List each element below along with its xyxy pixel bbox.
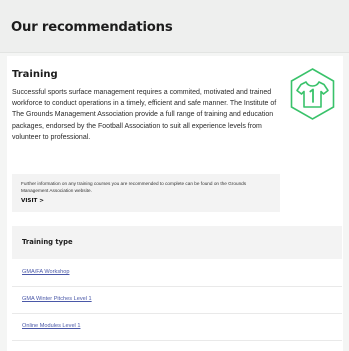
training-link-online-modules[interactable]: Online Modules Level 1 (22, 323, 80, 329)
training-type-header: Training type (12, 226, 342, 259)
training-title: Training (12, 69, 58, 80)
info-text: Further information on any training cour… (21, 181, 247, 193)
training-description: Successful sports surface management req… (12, 89, 277, 141)
training-card: Training Successful sports surface manag… (7, 56, 343, 351)
table-row: Online Modules Level 1 (12, 314, 342, 341)
info-box: Further information on any training cour… (12, 174, 280, 212)
shirt-number-1-icon (290, 68, 335, 120)
table-row: GMA Winter Pitches Level 1 (12, 287, 342, 314)
training-link-gma-fa-workshop[interactable]: GMA/FA Workshop (22, 269, 69, 275)
table-row: GMA/FA Workshop (12, 260, 342, 287)
page-title: Our recommendations (11, 20, 173, 35)
training-type-label: Training type (22, 238, 73, 246)
page: Our recommendations Training Successful … (0, 0, 349, 351)
recommendations-header: Our recommendations (0, 0, 349, 53)
visit-link[interactable]: VISIT > (21, 198, 44, 204)
training-link-gma-winter-pitches[interactable]: GMA Winter Pitches Level 1 (22, 296, 92, 302)
